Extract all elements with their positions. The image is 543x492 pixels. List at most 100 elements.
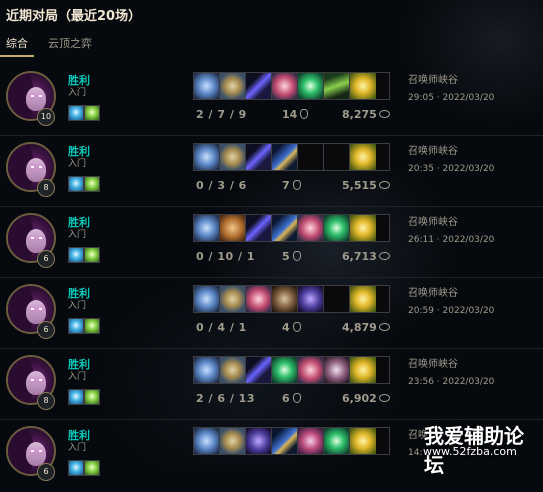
match-row[interactable]: 8 胜利 入门 2 / 6 / 13 6 6,902 召唤师峡谷 23:56 ·…	[0, 350, 543, 421]
gold-value: 8,275	[342, 108, 377, 121]
cs-value: 14	[282, 108, 298, 121]
item-icon[interactable]	[298, 357, 324, 383]
minion-icon	[300, 109, 309, 119]
kda: 2 / 6 / 13	[196, 392, 255, 405]
minion-icon	[292, 180, 301, 190]
item-icon[interactable]	[324, 215, 350, 241]
game-mode: 入门	[68, 301, 87, 311]
game-mode: 入门	[68, 88, 87, 98]
gold-icon	[378, 252, 390, 260]
item-icon[interactable]	[220, 215, 246, 241]
game-mode: 入门	[68, 372, 87, 382]
item-icon[interactable]	[298, 286, 324, 312]
match-row[interactable]: 6 胜利 入门 0 / 4 / 1 4 4,879 召唤师峡谷 20:59 · …	[0, 279, 543, 350]
item-icon[interactable]	[246, 215, 272, 241]
match-time: 29:05 · 2022/03/20	[408, 93, 495, 103]
cs-value: 6	[282, 392, 290, 405]
ghost-spell-icon	[84, 318, 100, 334]
item-icon[interactable]	[194, 73, 220, 99]
row-divider	[0, 206, 543, 207]
item-icon[interactable]	[272, 286, 298, 312]
item-icon[interactable]	[194, 428, 220, 454]
item-icon[interactable]	[220, 357, 246, 383]
empty-item-slot	[298, 144, 324, 170]
item-bar	[193, 143, 390, 171]
minion-kills: 14	[282, 108, 309, 121]
item-icon[interactable]	[246, 428, 272, 454]
gold-icon	[378, 394, 390, 402]
gold-value: 6,713	[342, 250, 377, 263]
minion-kills: 6	[282, 392, 301, 405]
item-icon[interactable]	[194, 357, 220, 383]
flash-spell-icon	[68, 318, 84, 334]
item-icon[interactable]	[350, 144, 376, 170]
gold-earned: 6,902	[342, 392, 390, 405]
ghost-spell-icon	[84, 176, 100, 192]
match-row[interactable]: 10 胜利 入门 2 / 7 / 9 14 8,275 召唤师峡谷 29:05 …	[0, 66, 543, 137]
item-bar	[193, 72, 390, 100]
item-icon[interactable]	[272, 357, 298, 383]
champion-level-badge: 8	[37, 179, 55, 197]
item-icon[interactable]	[298, 215, 324, 241]
row-divider	[0, 348, 543, 349]
gold-earned: 8,275	[342, 108, 390, 121]
tab-tft[interactable]: 云顶之弈	[48, 34, 92, 55]
item-icon[interactable]	[272, 428, 298, 454]
kda: 2 / 7 / 9	[196, 108, 247, 121]
match-time: 23:56 · 2022/03/20	[408, 377, 495, 387]
minion-icon	[292, 322, 301, 332]
kda: 0 / 10 / 1	[196, 250, 255, 263]
item-icon[interactable]	[298, 73, 324, 99]
row-divider	[0, 277, 543, 278]
game-mode: 入门	[68, 443, 87, 453]
watermark-url: www.52fzba.com	[423, 445, 517, 458]
match-row[interactable]: 8 胜利 入门 0 / 3 / 6 7 5,515 召唤师峡谷 20:35 · …	[0, 137, 543, 208]
item-icon[interactable]	[324, 357, 350, 383]
item-icon[interactable]	[350, 73, 376, 99]
map-name: 召唤师峡谷	[408, 288, 458, 299]
ghost-spell-icon	[84, 247, 100, 263]
item-icon[interactable]	[298, 428, 324, 454]
flash-spell-icon	[68, 460, 84, 476]
item-icon[interactable]	[220, 73, 246, 99]
item-icon[interactable]	[324, 428, 350, 454]
item-icon[interactable]	[246, 73, 272, 99]
item-icon[interactable]	[350, 215, 376, 241]
item-icon[interactable]	[194, 286, 220, 312]
item-icon[interactable]	[246, 144, 272, 170]
kda: 0 / 3 / 6	[196, 179, 247, 192]
item-bar	[193, 285, 390, 313]
cs-value: 7	[282, 179, 290, 192]
item-icon[interactable]	[324, 73, 350, 99]
tab-bar: 综合 云顶之弈	[0, 34, 112, 57]
item-icon[interactable]	[350, 357, 376, 383]
item-icon[interactable]	[272, 73, 298, 99]
item-icon[interactable]	[246, 286, 272, 312]
item-bar	[193, 427, 390, 455]
champion-level-badge: 6	[37, 463, 55, 481]
item-icon[interactable]	[220, 144, 246, 170]
item-icon[interactable]	[350, 286, 376, 312]
match-time: 20:35 · 2022/03/20	[408, 164, 495, 174]
item-icon[interactable]	[246, 357, 272, 383]
item-icon[interactable]	[350, 428, 376, 454]
game-mode: 入门	[68, 230, 87, 240]
kda: 0 / 4 / 1	[196, 321, 247, 334]
match-row[interactable]: 6 胜利 入门 0 / 10 / 1 5 6,713 召唤师峡谷 26:11 ·…	[0, 208, 543, 279]
item-icon[interactable]	[220, 286, 246, 312]
row-divider	[0, 135, 543, 136]
item-icon[interactable]	[220, 428, 246, 454]
item-icon[interactable]	[272, 215, 298, 241]
map-name: 召唤师峡谷	[408, 217, 458, 228]
ghost-spell-icon	[84, 460, 100, 476]
ghost-spell-icon	[84, 105, 100, 121]
gold-earned: 6,713	[342, 250, 390, 263]
map-name: 召唤师峡谷	[408, 359, 458, 370]
item-icon[interactable]	[272, 144, 298, 170]
tab-overview[interactable]: 综合	[0, 34, 34, 57]
flash-spell-icon	[68, 389, 84, 405]
cs-value: 4	[282, 321, 290, 334]
item-icon[interactable]	[194, 144, 220, 170]
item-icon[interactable]	[194, 215, 220, 241]
champion-level-badge: 8	[37, 392, 55, 410]
